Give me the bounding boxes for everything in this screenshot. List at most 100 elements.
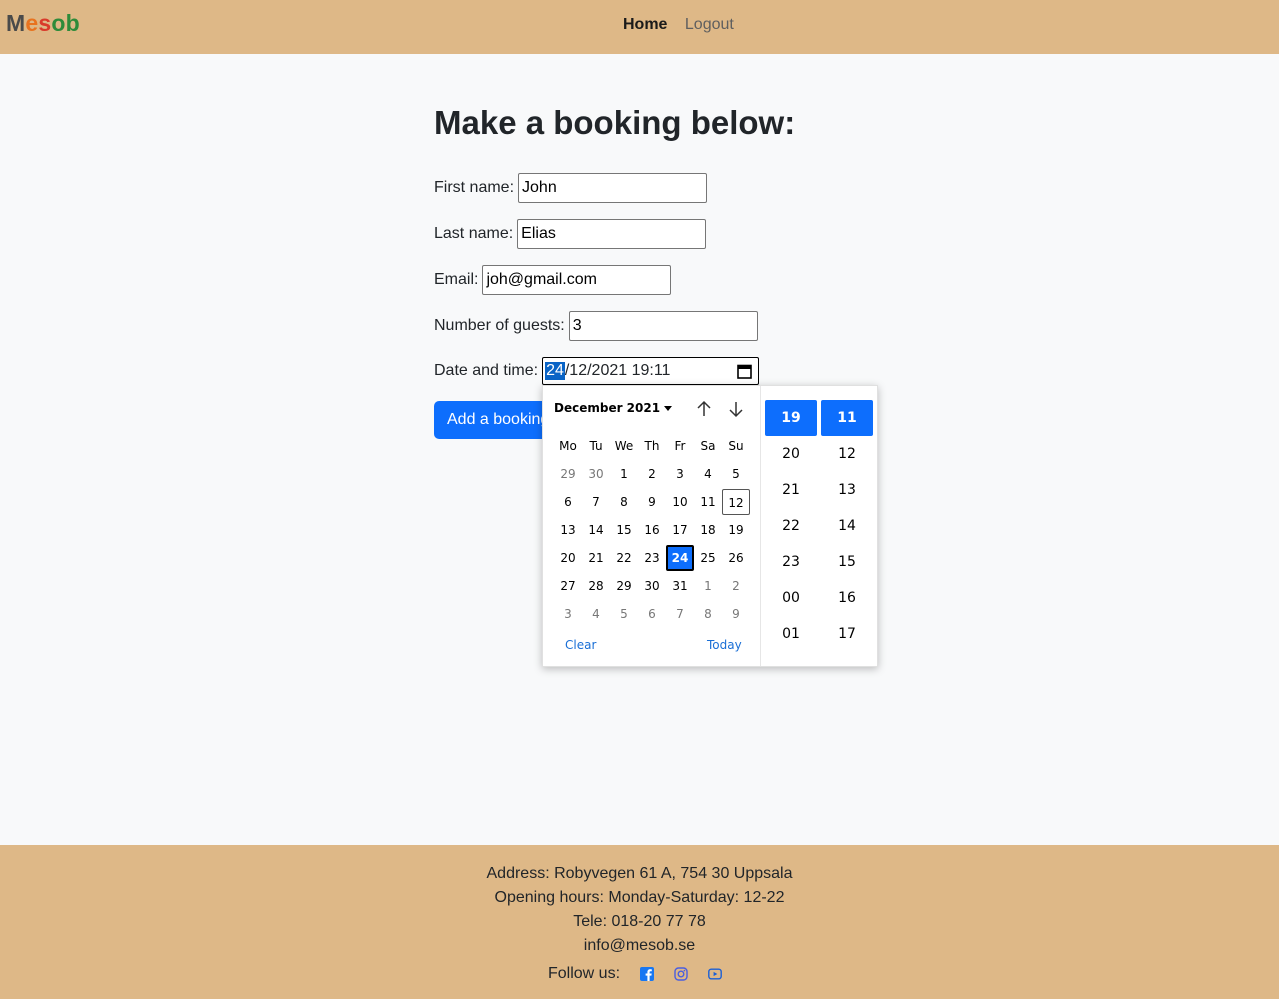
picker-divider (760, 386, 761, 666)
youtube-icon[interactable] (708, 967, 722, 981)
calendar-day[interactable]: 1 (694, 573, 722, 599)
calendar-day[interactable]: 13 (554, 517, 582, 543)
calendar-day[interactable]: 7 (666, 601, 694, 627)
guests-row: Number of guests: (434, 311, 758, 341)
minute-option[interactable]: 13 (821, 472, 873, 508)
calendar-day[interactable]: 4 (694, 461, 722, 487)
calendar-day[interactable]: 31 (666, 573, 694, 599)
calendar-day[interactable]: 4 (582, 601, 610, 627)
calendar-week: 27 28 29 30 31 1 2 (554, 572, 750, 600)
calendar-day[interactable]: 5 (610, 601, 638, 627)
calendar-day-today[interactable]: 12 (722, 489, 750, 515)
datetime-rest-segment[interactable]: /12/2021 19:11 (565, 362, 671, 380)
calendar-day[interactable]: 14 (582, 517, 610, 543)
calendar-day[interactable]: 30 (638, 573, 666, 599)
hour-option[interactable]: 23 (765, 544, 817, 580)
calendar-day[interactable]: 29 (554, 461, 582, 487)
datetime-day-segment[interactable]: 24 (545, 362, 565, 380)
weekday-header-row: Mo Tu We Th Fr Sa Su (554, 432, 750, 460)
calendar-day[interactable]: 22 (610, 545, 638, 571)
footer: Address: Robyvegen 61 A, 754 30 Uppsala … (0, 845, 1279, 999)
brand-logo[interactable]: Mesob (6, 10, 80, 37)
follow-us: Follow us: (548, 965, 722, 983)
calendar-day[interactable]: 27 (554, 573, 582, 599)
calendar-day[interactable]: 10 (666, 489, 694, 515)
calendar-day[interactable]: 3 (554, 601, 582, 627)
calendar-day[interactable]: 6 (554, 489, 582, 515)
calendar-day[interactable]: 1 (610, 461, 638, 487)
hour-option[interactable]: 00 (765, 580, 817, 616)
calendar-day[interactable]: 11 (694, 489, 722, 515)
footer-opening-hours: Opening hours: Monday-Saturday: 12-22 (494, 889, 785, 906)
minute-option[interactable]: 15 (821, 544, 873, 580)
calendar-day[interactable]: 21 (582, 545, 610, 571)
page-title: Make a booking below: (434, 104, 796, 141)
calendar-day[interactable]: 9 (638, 489, 666, 515)
hour-option[interactable]: 22 (765, 508, 817, 544)
datetime-picker-popup: December 2021 Mo Tu We Th Fr Sa Su 29 30… (542, 385, 878, 667)
navbar: Mesob Home Logout (0, 0, 1279, 54)
arrow-down-icon[interactable] (727, 400, 745, 418)
datetime-input[interactable]: 24/12/2021 19:11 (542, 357, 760, 385)
brand-letters-ob: ob (51, 10, 80, 36)
calendar-day[interactable]: 9 (722, 601, 750, 627)
calendar-day[interactable]: 19 (722, 517, 750, 543)
guests-input[interactable] (568, 311, 758, 341)
calendar-day[interactable]: 25 (694, 545, 722, 571)
datetime-row: Date and time: 24/12/2021 19:11 (434, 357, 760, 385)
calendar-grid: Mo Tu We Th Fr Sa Su 29 30 1 2 3 4 5 6 7… (554, 432, 750, 628)
weekday-su: Su (728, 439, 744, 453)
calendar-day[interactable]: 18 (694, 517, 722, 543)
calendar-day[interactable]: 2 (638, 461, 666, 487)
minute-option-selected[interactable]: 11 (821, 400, 873, 436)
hours-column: 19 20 21 22 23 00 01 (765, 400, 817, 652)
calendar-day[interactable]: 29 (610, 573, 638, 599)
calendar-day[interactable]: 8 (694, 601, 722, 627)
calendar-day[interactable]: 8 (610, 489, 638, 515)
calendar-day[interactable]: 6 (638, 601, 666, 627)
caret-down-icon (664, 406, 673, 411)
calendar-day-selected[interactable]: 24 (666, 545, 694, 571)
calendar-day[interactable]: 28 (582, 573, 610, 599)
minute-option[interactable]: 16 (821, 580, 873, 616)
calendar-day[interactable]: 23 (638, 545, 666, 571)
calendar-day[interactable]: 16 (638, 517, 666, 543)
clear-link[interactable]: Clear (565, 638, 596, 652)
month-year-dropdown[interactable]: December 2021 (554, 401, 673, 415)
calendar-week: 3 4 5 6 7 8 9 (554, 600, 750, 628)
nav-logout-link[interactable]: Logout (685, 16, 734, 33)
calendar-day[interactable]: 15 (610, 517, 638, 543)
weekday-fr: Fr (674, 439, 686, 453)
calendar-day[interactable]: 2 (722, 573, 750, 599)
minute-option[interactable]: 17 (821, 616, 873, 652)
calendar-day[interactable]: 26 (722, 545, 750, 571)
calendar-icon[interactable] (737, 363, 752, 379)
hour-option[interactable]: 21 (765, 472, 817, 508)
instagram-icon[interactable] (674, 967, 688, 981)
hour-option-selected[interactable]: 19 (765, 400, 817, 436)
calendar-day[interactable]: 17 (666, 517, 694, 543)
calendar-day[interactable]: 7 (582, 489, 610, 515)
first-name-label: First name: (434, 179, 515, 196)
nav-home-link[interactable]: Home (623, 16, 667, 33)
calendar-day[interactable]: 30 (582, 461, 610, 487)
email-input[interactable] (482, 265, 672, 295)
facebook-icon[interactable] (640, 967, 655, 981)
weekday-mo: Mo (559, 439, 577, 453)
hour-option[interactable]: 01 (765, 616, 817, 652)
arrow-up-icon[interactable] (695, 400, 713, 418)
calendar-day[interactable]: 3 (666, 461, 694, 487)
follow-us-label: Follow us: (548, 965, 621, 982)
minute-option[interactable]: 14 (821, 508, 873, 544)
weekday-we: We (614, 439, 634, 453)
today-link[interactable]: Today (707, 638, 742, 652)
guests-label: Number of guests: (434, 317, 565, 334)
hour-option[interactable]: 20 (765, 436, 817, 472)
first-name-input[interactable] (518, 173, 708, 203)
footer-phone: Tele: 018-20 77 78 (573, 913, 706, 930)
calendar-day[interactable]: 20 (554, 545, 582, 571)
calendar-day[interactable]: 5 (722, 461, 750, 487)
last-name-input[interactable] (517, 219, 707, 249)
minute-option[interactable]: 12 (821, 436, 873, 472)
weekday-sa: Sa (700, 439, 716, 453)
